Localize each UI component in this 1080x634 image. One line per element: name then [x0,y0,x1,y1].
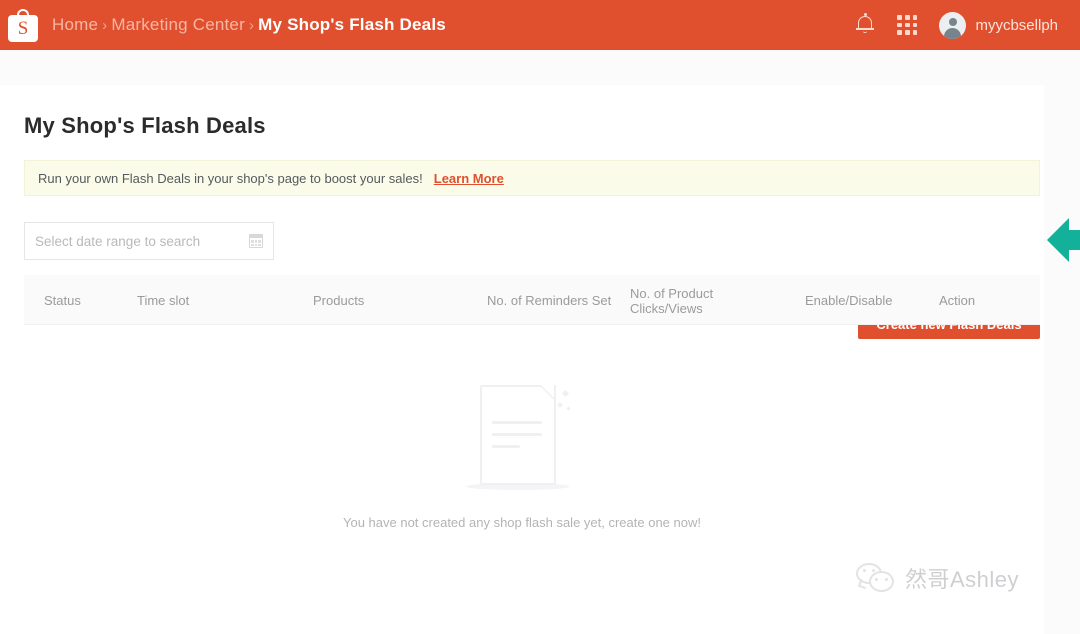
left-pointing-arrow-annotation [1047,212,1080,268]
shopee-bag-icon[interactable]: S [8,8,40,42]
doc-line [492,433,542,436]
logo-letter: S [17,18,29,39]
table-column-status: Status [44,293,81,308]
wechat-icon [856,563,896,593]
page-title: My Shop's Flash Deals [24,113,266,138]
empty-document-icon [466,385,571,493]
info-banner-text: Run your own Flash Deals in your shop's … [38,170,423,186]
date-range-placeholder: Select date range to search [35,233,201,249]
watermark: 然哥Ashley [856,562,1019,594]
calendar-icon[interactable] [249,234,263,248]
table-column-time-slot: Time slot [137,293,190,308]
table-column-products: Products [313,293,365,308]
breadcrumb: Home › Marketing Center › My Shop's Flas… [52,15,446,35]
table-column-action: Action [939,293,976,308]
sparkle-icon [561,389,570,398]
breadcrumb-item-current: My Shop's Flash Deals [258,15,446,34]
sparkle-icon [557,402,563,408]
table-column-product-clicks-views: No. of Product Clicks/Views [630,286,714,316]
notification-bell-icon[interactable] [855,13,875,36]
app-page: S Home › Marketing Center › My Shop's Fl… [0,0,1080,634]
table-column-reminders-set: No. of Reminders Set [487,293,612,308]
header-actions: myycbsellph [855,11,1080,39]
chevron-right-icon: › [102,16,108,34]
doc-line [492,445,520,448]
empty-state: You have not created any shop flash sale… [0,385,1044,530]
user-avatar-icon [939,11,967,39]
doc-line [492,421,542,424]
username-label: myycbsellph [975,16,1058,34]
user-menu[interactable]: myycbsellph [939,11,1058,39]
info-banner: Run your own Flash Deals in your shop's … [24,160,1040,196]
sparkle-icon [566,406,571,411]
apps-grid-icon[interactable] [897,15,918,35]
table-header-row: Status Time slot Products No. of Reminde… [24,275,1040,325]
empty-state-message: You have not created any shop flash sale… [343,515,701,530]
bell-clapper [863,30,868,33]
table-column-enable-disable: Enable/Disable [805,293,893,308]
avatar-head [948,17,957,26]
avatar-shoulders [944,27,962,39]
doc-fold-inner [541,385,554,398]
watermark-text: 然哥Ashley [905,567,1020,592]
top-header: S Home › Marketing Center › My Shop's Fl… [0,0,1080,50]
breadcrumb-item-home[interactable]: Home [52,15,98,35]
date-range-input[interactable]: Select date range to search [24,222,274,260]
learn-more-link[interactable]: Learn More [434,171,504,186]
content-card: My Shop's Flash Deals Run your own Flash… [0,85,1044,634]
breadcrumb-item-marketing-center[interactable]: Marketing Center [111,15,245,35]
chevron-right-icon: › [248,16,255,34]
